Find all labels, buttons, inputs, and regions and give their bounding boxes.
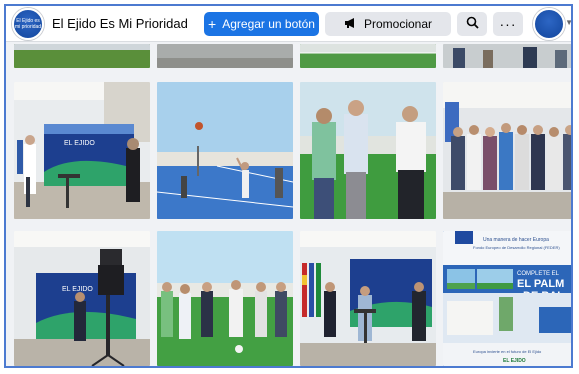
page-name[interactable]: El Ejido Es Mi Prioridad [52,16,188,31]
add-button-label: Agregar un botón [222,16,315,31]
photo-presentation-screen[interactable]: EL EJIDO [14,82,150,219]
photo-grid: EL EJIDO EL EJIDO Una manera de hacer Eu… [14,44,571,366]
poster-heading1: COMPLETE EL [517,271,560,277]
photo-group-field[interactable] [157,231,293,366]
photo-row0-2[interactable] [157,44,293,68]
page-avatar[interactable]: El Ejido es mi prioridad [12,7,44,40]
photo-speaker-podium[interactable] [300,231,436,366]
chevron-down-icon: ▼ [565,17,573,27]
more-icon: ··· [499,15,517,32]
poster-top: Una manera de hacer Europa [483,237,549,243]
screen-title-2: EL EJIDO [62,286,93,293]
plus-icon: + [208,15,217,32]
photo-row0-3[interactable] [300,44,436,68]
photo-group-standing[interactable] [443,82,571,219]
poster-sub: Fondo Europeo de Desarrollo Regional (FE… [473,245,560,250]
add-button[interactable]: + Agregar un botón [204,11,319,36]
photo-three-men-field[interactable] [300,82,436,219]
poster-heading2: EL PALM [517,278,564,290]
photo-row0-4[interactable] [443,44,571,68]
photo-row0-1[interactable] [14,44,150,68]
profile-avatar[interactable]: ▼ [533,7,571,40]
promote-button[interactable]: Promocionar [325,11,451,36]
page-header-bar: El Ejido es mi prioridad El Ejido Es Mi … [6,6,571,42]
search-button[interactable] [457,11,487,36]
poster-brand: EL EJIDO [503,358,526,364]
megaphone-icon [344,17,358,31]
photo-basketball-court[interactable] [157,82,293,219]
screen-title: EL EJIDO [64,140,95,147]
photo-camera-screen[interactable]: EL EJIDO [14,231,150,366]
facebook-page-frame: El Ejido es mi prioridad El Ejido Es Mi … [4,4,573,368]
page-avatar-text: El Ejido es mi prioridad [14,17,42,30]
search-icon [466,16,479,32]
poster-footer: Europa invierte en el futuro de El Ejido [473,349,542,354]
more-button[interactable]: ··· [493,11,523,36]
photo-poster[interactable]: Una manera de hacer Europa Fondo Europeo… [443,231,571,366]
promote-label: Promocionar [363,16,433,31]
